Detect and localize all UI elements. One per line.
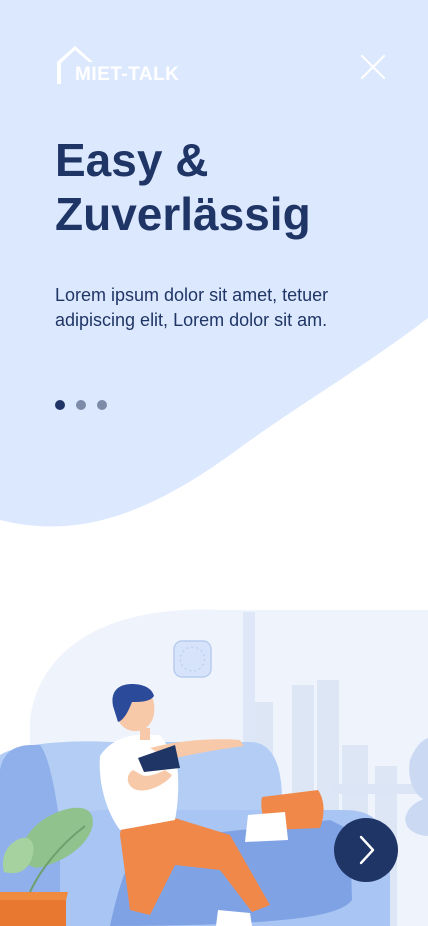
next-button[interactable] — [334, 818, 398, 882]
page-dot-1[interactable] — [55, 400, 65, 410]
title-line-1: Easy & — [55, 134, 209, 186]
title-line-2: Zuverlässig — [55, 188, 311, 240]
chevron-right-icon — [359, 835, 375, 865]
page-dot-2[interactable] — [76, 400, 86, 410]
page-indicator — [55, 400, 107, 410]
description-text: Lorem ipsum dolor sit amet, tetuer adipi… — [55, 285, 329, 330]
close-button[interactable] — [356, 50, 390, 84]
page-title: Easy & Zuverlässig — [55, 133, 385, 241]
close-icon — [360, 54, 386, 80]
app-logo: MIET-TALK — [55, 44, 205, 88]
logo-text: MIET-TALK — [75, 64, 180, 85]
page-dot-3[interactable] — [97, 400, 107, 410]
